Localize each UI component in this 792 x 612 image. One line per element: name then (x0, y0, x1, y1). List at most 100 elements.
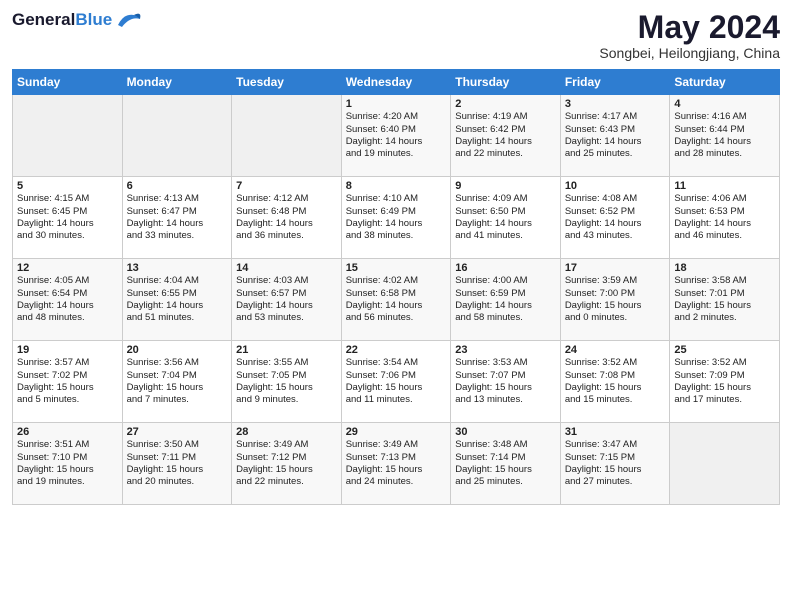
calendar-cell: 23Sunrise: 3:53 AMSunset: 7:07 PMDayligh… (451, 341, 561, 423)
day-info: Sunset: 7:15 PM (565, 452, 666, 464)
calendar-week-1: 1Sunrise: 4:20 AMSunset: 6:40 PMDaylight… (13, 95, 780, 177)
day-number: 18 (674, 262, 775, 274)
day-info: Sunset: 6:57 PM (236, 288, 337, 300)
day-info: Sunrise: 4:05 AM (17, 275, 118, 287)
day-info: Sunset: 6:48 PM (236, 206, 337, 218)
day-info: Daylight: 14 hours (127, 300, 228, 312)
day-info: Sunset: 6:58 PM (346, 288, 447, 300)
logo-bird-icon (114, 11, 142, 29)
calendar-cell: 25Sunrise: 3:52 AMSunset: 7:09 PMDayligh… (670, 341, 780, 423)
day-info: Daylight: 14 hours (346, 218, 447, 230)
calendar-cell: 21Sunrise: 3:55 AMSunset: 7:05 PMDayligh… (232, 341, 342, 423)
calendar-cell: 8Sunrise: 4:10 AMSunset: 6:49 PMDaylight… (341, 177, 451, 259)
day-info: Daylight: 14 hours (455, 136, 556, 148)
day-info: Sunset: 7:08 PM (565, 370, 666, 382)
calendar-cell: 19Sunrise: 3:57 AMSunset: 7:02 PMDayligh… (13, 341, 123, 423)
day-number: 13 (127, 262, 228, 274)
day-number: 10 (565, 180, 666, 192)
day-number: 12 (17, 262, 118, 274)
day-number: 24 (565, 344, 666, 356)
title-area: May 2024 Songbei, Heilongjiang, China (599, 10, 780, 61)
day-number: 6 (127, 180, 228, 192)
day-info: and 9 minutes. (236, 394, 337, 406)
day-info: and 41 minutes. (455, 230, 556, 242)
day-info: Daylight: 14 hours (346, 300, 447, 312)
day-info: Sunset: 6:44 PM (674, 124, 775, 136)
day-info: Sunrise: 4:12 AM (236, 193, 337, 205)
calendar-cell: 12Sunrise: 4:05 AMSunset: 6:54 PMDayligh… (13, 259, 123, 341)
calendar-week-2: 5Sunrise: 4:15 AMSunset: 6:45 PMDaylight… (13, 177, 780, 259)
day-info: Sunrise: 4:03 AM (236, 275, 337, 287)
day-info: and 51 minutes. (127, 312, 228, 324)
day-info: Sunrise: 4:09 AM (455, 193, 556, 205)
calendar-cell: 6Sunrise: 4:13 AMSunset: 6:47 PMDaylight… (122, 177, 232, 259)
day-number: 3 (565, 98, 666, 110)
day-info: Sunrise: 3:59 AM (565, 275, 666, 287)
day-info: Daylight: 15 hours (236, 382, 337, 394)
day-number: 2 (455, 98, 556, 110)
logo-general: GeneralBlue (12, 10, 112, 30)
calendar-cell (670, 423, 780, 505)
day-number: 22 (346, 344, 447, 356)
day-info: and 19 minutes. (346, 148, 447, 160)
day-info: Sunset: 7:12 PM (236, 452, 337, 464)
day-info: Sunrise: 3:49 AM (346, 439, 447, 451)
calendar-cell: 5Sunrise: 4:15 AMSunset: 6:45 PMDaylight… (13, 177, 123, 259)
day-info: Sunrise: 4:06 AM (674, 193, 775, 205)
calendar-cell: 30Sunrise: 3:48 AMSunset: 7:14 PMDayligh… (451, 423, 561, 505)
day-info: Daylight: 14 hours (127, 218, 228, 230)
day-info: Sunrise: 3:57 AM (17, 357, 118, 369)
day-info: Sunset: 6:52 PM (565, 206, 666, 218)
day-header-monday: Monday (122, 70, 232, 95)
day-info: and 58 minutes. (455, 312, 556, 324)
location-subtitle: Songbei, Heilongjiang, China (599, 45, 780, 61)
day-header-sunday: Sunday (13, 70, 123, 95)
day-number: 27 (127, 426, 228, 438)
day-info: Sunrise: 3:56 AM (127, 357, 228, 369)
calendar-cell: 24Sunrise: 3:52 AMSunset: 7:08 PMDayligh… (560, 341, 670, 423)
page-header: GeneralBlue May 2024 Songbei, Heilongjia… (12, 10, 780, 61)
day-info: Daylight: 15 hours (565, 464, 666, 476)
day-info: Daylight: 15 hours (346, 464, 447, 476)
day-info: and 27 minutes. (565, 476, 666, 488)
day-info: and 0 minutes. (565, 312, 666, 324)
day-header-thursday: Thursday (451, 70, 561, 95)
calendar-cell (122, 95, 232, 177)
day-info: Daylight: 14 hours (17, 218, 118, 230)
calendar-cell: 29Sunrise: 3:49 AMSunset: 7:13 PMDayligh… (341, 423, 451, 505)
day-info: Daylight: 14 hours (565, 136, 666, 148)
day-info: Sunrise: 4:19 AM (455, 111, 556, 123)
day-info: and 56 minutes. (346, 312, 447, 324)
day-info: Sunset: 6:40 PM (346, 124, 447, 136)
calendar-cell: 2Sunrise: 4:19 AMSunset: 6:42 PMDaylight… (451, 95, 561, 177)
day-info: and 17 minutes. (674, 394, 775, 406)
day-number: 15 (346, 262, 447, 274)
day-number: 23 (455, 344, 556, 356)
day-info: Daylight: 15 hours (127, 382, 228, 394)
day-number: 16 (455, 262, 556, 274)
day-info: Sunset: 6:42 PM (455, 124, 556, 136)
calendar-cell: 18Sunrise: 3:58 AMSunset: 7:01 PMDayligh… (670, 259, 780, 341)
day-info: Sunset: 6:53 PM (674, 206, 775, 218)
day-info: and 43 minutes. (565, 230, 666, 242)
day-info: and 30 minutes. (17, 230, 118, 242)
day-number: 29 (346, 426, 447, 438)
day-number: 30 (455, 426, 556, 438)
day-info: Sunset: 7:01 PM (674, 288, 775, 300)
day-info: Sunrise: 3:49 AM (236, 439, 337, 451)
day-info: Sunset: 6:59 PM (455, 288, 556, 300)
day-header-tuesday: Tuesday (232, 70, 342, 95)
day-info: Sunset: 7:05 PM (236, 370, 337, 382)
day-number: 7 (236, 180, 337, 192)
day-info: Daylight: 15 hours (127, 464, 228, 476)
day-number: 20 (127, 344, 228, 356)
day-info: Daylight: 14 hours (674, 136, 775, 148)
month-title: May 2024 (599, 10, 780, 45)
calendar-cell: 15Sunrise: 4:02 AMSunset: 6:58 PMDayligh… (341, 259, 451, 341)
day-number: 8 (346, 180, 447, 192)
day-number: 26 (17, 426, 118, 438)
day-info: Sunset: 7:14 PM (455, 452, 556, 464)
calendar-cell: 26Sunrise: 3:51 AMSunset: 7:10 PMDayligh… (13, 423, 123, 505)
day-info: Sunrise: 4:17 AM (565, 111, 666, 123)
day-info: and 53 minutes. (236, 312, 337, 324)
